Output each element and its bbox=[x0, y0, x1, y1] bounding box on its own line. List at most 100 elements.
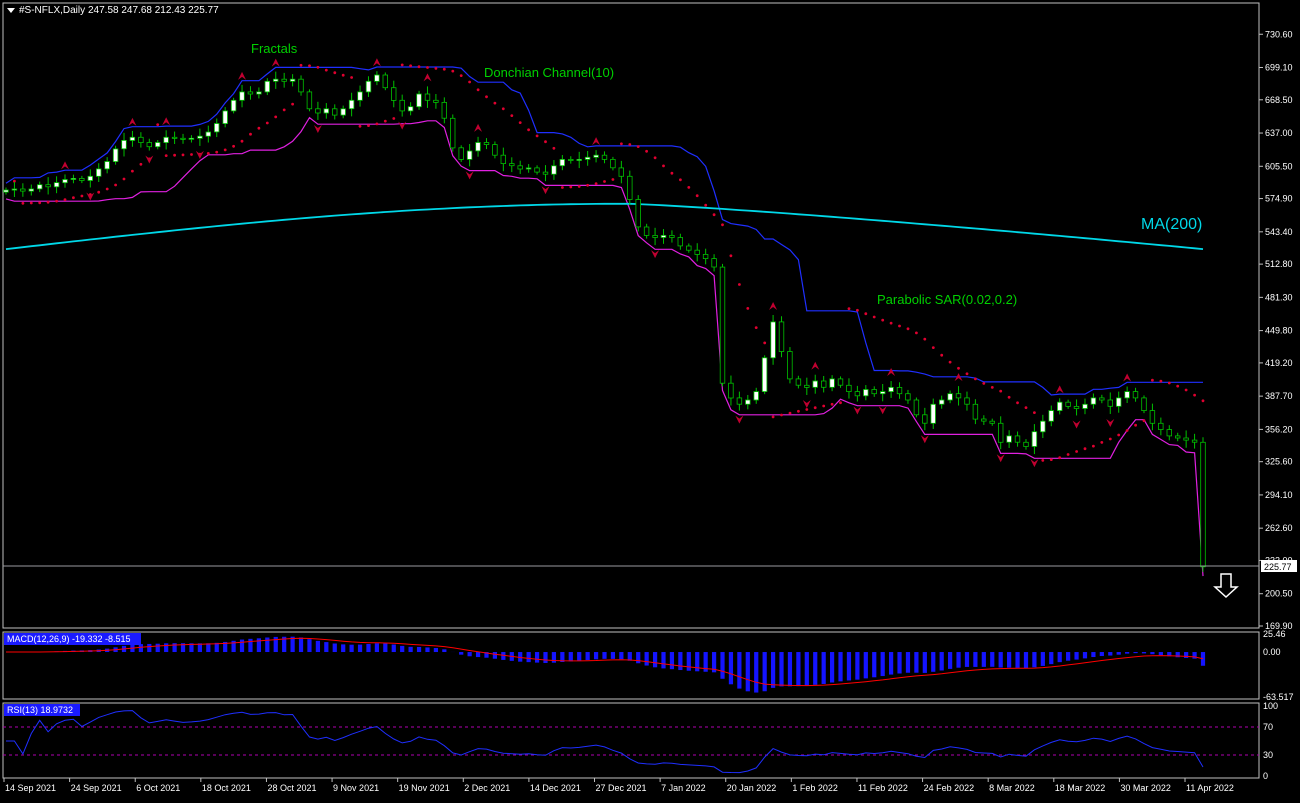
rsi-label: RSI(13) 18.9732 bbox=[7, 705, 73, 715]
candle-body bbox=[171, 136, 178, 139]
candle-body bbox=[53, 182, 60, 188]
sar-dot bbox=[55, 199, 58, 203]
sar-dot bbox=[662, 164, 665, 168]
sar-dot bbox=[620, 142, 623, 146]
candle-body bbox=[1191, 439, 1198, 443]
macd-panel-border bbox=[2, 631, 1260, 700]
sar-dot bbox=[712, 213, 716, 217]
sar-dot bbox=[771, 415, 775, 419]
fractal-down-marker bbox=[1072, 420, 1081, 429]
price-tick-label: 730.60 bbox=[1265, 29, 1293, 39]
sar-dot bbox=[1016, 401, 1019, 405]
sar-dot bbox=[948, 360, 952, 364]
triangle-down-icon[interactable] bbox=[7, 8, 15, 13]
date-tick-label: 14 Dec 2021 bbox=[530, 783, 581, 793]
fractal-down-marker bbox=[878, 406, 887, 415]
candle-body bbox=[821, 380, 827, 388]
sar-dot bbox=[915, 331, 918, 335]
candle-body bbox=[323, 108, 329, 114]
sar-dot bbox=[1201, 399, 1205, 403]
candle-body bbox=[382, 74, 388, 89]
candle-body bbox=[37, 184, 43, 190]
sar-dot bbox=[316, 65, 320, 69]
candle-body bbox=[247, 91, 254, 95]
macd-label: MACD(12,26,9) -19.332 -8.515 bbox=[7, 634, 131, 644]
sar-dot bbox=[535, 134, 539, 138]
sar-dot bbox=[367, 124, 370, 127]
fractal-down-marker bbox=[145, 155, 154, 164]
candle-body bbox=[146, 142, 152, 148]
candle-body bbox=[197, 135, 203, 139]
candle-body bbox=[1124, 391, 1130, 399]
sar-dot bbox=[931, 346, 935, 349]
sar-dot bbox=[122, 177, 126, 181]
sar-dot bbox=[974, 377, 977, 381]
candle-body bbox=[955, 393, 962, 399]
candle-body bbox=[694, 249, 700, 255]
sar-dot bbox=[442, 67, 446, 71]
price-tick-label: 356.20 bbox=[1265, 424, 1293, 434]
sar-annotation: Parabolic SAR(0.02,0.2) bbox=[877, 292, 1017, 307]
candle-body bbox=[87, 175, 93, 181]
candle-body bbox=[70, 177, 77, 180]
sar-dot bbox=[350, 76, 353, 79]
sar-dot bbox=[653, 156, 657, 160]
sar-dot bbox=[1066, 453, 1070, 456]
sar-dot bbox=[375, 122, 379, 126]
rsi-line bbox=[6, 710, 1204, 774]
sar-dot bbox=[999, 389, 1003, 393]
rsi-panel-border bbox=[2, 702, 1260, 779]
fractal-up-marker bbox=[271, 58, 280, 67]
candle-body bbox=[390, 87, 397, 101]
sar-dot bbox=[645, 149, 648, 153]
candle-body bbox=[11, 188, 18, 191]
candle-body bbox=[837, 378, 844, 386]
candle-body bbox=[905, 393, 911, 401]
sar-dot bbox=[721, 223, 724, 227]
macd-signal-line bbox=[6, 637, 1204, 687]
sar-dot bbox=[805, 408, 809, 411]
sar-dot bbox=[628, 143, 632, 146]
date-tick-label: 14 Sep 2021 bbox=[5, 783, 56, 793]
sar-dot bbox=[940, 353, 944, 357]
candle-body bbox=[1090, 397, 1097, 405]
sar-dot bbox=[341, 73, 345, 77]
chart-canvas[interactable]: 730.60 699.10 668.50 637.00 605.50 574.90 543.… bbox=[0, 0, 1300, 798]
rsi-tick-label: 0 bbox=[1263, 771, 1268, 781]
sar-dot bbox=[21, 201, 25, 205]
candle-body bbox=[761, 357, 768, 392]
sar-dot bbox=[299, 63, 303, 67]
sar-dot bbox=[754, 326, 758, 329]
candle-body bbox=[441, 102, 447, 119]
trading-chart[interactable]: 730.60 699.10 668.50 637.00 605.50 574.90 543.… bbox=[0, 0, 1300, 798]
sar-dot bbox=[274, 115, 278, 119]
candle-body bbox=[736, 397, 743, 405]
sar-dot bbox=[1167, 381, 1171, 385]
sar-dot bbox=[1041, 459, 1045, 462]
sar-dot bbox=[434, 67, 438, 70]
candle-body bbox=[500, 154, 506, 164]
sar-dot bbox=[409, 64, 412, 68]
candle-body bbox=[492, 144, 498, 156]
sar-dot bbox=[527, 128, 530, 132]
sar-dot bbox=[906, 327, 910, 331]
sar-dot bbox=[501, 107, 505, 111]
date-tick-label: 9 Nov 2021 bbox=[333, 783, 379, 793]
sar-dot bbox=[156, 123, 160, 126]
sar-dot bbox=[1083, 447, 1087, 451]
sar-dot bbox=[1049, 458, 1053, 461]
sar-dot bbox=[594, 182, 598, 186]
fractal-up-marker bbox=[61, 161, 70, 170]
donchian-annotation: Donchian Channel(10) bbox=[484, 65, 614, 80]
ma200-line bbox=[5, 202, 1204, 250]
candle-body bbox=[964, 397, 970, 405]
rsi-tick-label: 30 bbox=[1263, 750, 1273, 760]
candle-body bbox=[458, 147, 464, 160]
sar-dot bbox=[518, 121, 522, 124]
candle-body bbox=[702, 253, 709, 259]
fractal-up-marker bbox=[162, 117, 171, 126]
candle-body bbox=[188, 137, 195, 140]
candle-body bbox=[888, 386, 894, 392]
fractal-up-marker bbox=[811, 361, 820, 370]
candle-body bbox=[1132, 391, 1139, 399]
